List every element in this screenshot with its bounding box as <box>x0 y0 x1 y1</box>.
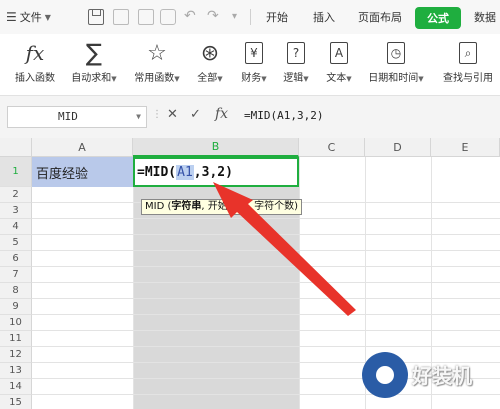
all-functions-button[interactable]: ⊛ 全部▼ <box>192 39 228 93</box>
confirm-icon[interactable]: ✓ <box>190 107 201 122</box>
file-menu-label: 文件 <box>19 11 42 24</box>
print-icon[interactable] <box>138 9 154 25</box>
more-chevron-icon[interactable]: ▾ <box>232 11 237 22</box>
ribbon: fx 插入函数 ∑ 自动求和▼ ☆ 常用函数▼ ⊛ 全部▼ ¥ 财务▼ ? 逻辑… <box>0 34 500 96</box>
logical-label: 逻辑 <box>283 73 304 84</box>
spreadsheet-grid: A B C D E 1 2 3 4 5 6 7 8 9 10 11 12 13 … <box>0 138 500 409</box>
formula-input[interactable]: =MID(A1,3,2) <box>244 106 500 128</box>
name-box-value: MID <box>58 110 78 123</box>
divider <box>250 9 251 25</box>
autosum-button[interactable]: ∑ 自动求和▼ <box>64 39 124 93</box>
formula-bar: MID ▼ ⋮ ✕ ✓ fx =MID(A1,3,2) <box>0 96 500 138</box>
insert-function-label: 插入函数 <box>15 73 55 84</box>
chevron-down-icon: ▼ <box>418 75 424 83</box>
menu-bar: ☰ 文件 ▼ ↶ ↷ ▾ 开始 插入 页面布局 公式 数据 <box>0 0 500 34</box>
yen-icon: ¥ <box>245 42 263 64</box>
chevron-down-icon: ▼ <box>44 12 51 22</box>
date-time-button[interactable]: ◷ 日期和时间▼ <box>362 39 430 93</box>
tab-home[interactable]: 开始 <box>266 0 288 34</box>
tab-data[interactable]: 数据 <box>474 0 496 34</box>
watermark-text: 好装机 <box>412 364 472 388</box>
lookup-reference-button[interactable]: ⌕ 查找与引用 <box>438 39 498 93</box>
lookup-reference-label: 查找与引用 <box>443 73 493 84</box>
text-a-icon: A <box>330 42 348 64</box>
insert-function-button[interactable]: fx 插入函数 <box>8 39 62 93</box>
name-box[interactable]: MID ▼ <box>7 106 147 128</box>
tab-insert[interactable]: 插入 <box>313 0 335 34</box>
cancel-icon[interactable]: ✕ <box>167 107 178 122</box>
watermark-logo-icon <box>362 352 408 398</box>
autosum-label: 自动求和 <box>71 73 112 84</box>
star-icon: ☆ <box>147 40 167 66</box>
text-button[interactable]: A 文本▼ <box>321 39 357 93</box>
financial-label: 财务 <box>241 73 262 84</box>
chevron-down-icon: ▼ <box>261 75 267 83</box>
common-functions-button[interactable]: ☆ 常用函数▼ <box>128 39 186 93</box>
chevron-down-icon[interactable]: ▼ <box>136 107 141 127</box>
tab-page-layout[interactable]: 页面布局 <box>358 0 402 34</box>
all-functions-icon: ⊛ <box>200 40 220 66</box>
save-icon[interactable] <box>88 9 104 25</box>
chevron-down-icon: ▼ <box>174 75 180 83</box>
file-menu[interactable]: ☰ 文件 ▼ <box>6 0 51 34</box>
sum-icon: ∑ <box>85 39 103 67</box>
date-time-label: 日期和时间 <box>368 73 419 84</box>
logical-button[interactable]: ? 逻辑▼ <box>278 39 314 93</box>
preview-icon[interactable] <box>160 9 176 25</box>
drag-handle-icon[interactable]: ⋮ <box>152 109 162 120</box>
chevron-down-icon: ▼ <box>217 75 223 83</box>
financial-button[interactable]: ¥ 财务▼ <box>236 39 272 93</box>
hamburger-icon: ☰ <box>6 10 17 24</box>
question-icon: ? <box>287 42 305 64</box>
chevron-down-icon: ▼ <box>111 75 117 83</box>
redo-icon[interactable]: ↷ <box>207 8 219 24</box>
common-functions-label: 常用函数 <box>134 73 175 84</box>
tab-formulas[interactable]: 公式 <box>415 7 461 29</box>
all-functions-label: 全部 <box>197 73 218 84</box>
chevron-down-icon: ▼ <box>346 75 352 83</box>
lookup-icon: ⌕ <box>459 42 477 64</box>
fx-icon[interactable]: fx <box>215 106 228 122</box>
text-label: 文本 <box>326 73 347 84</box>
fx-icon: fx <box>25 41 45 65</box>
clock-icon: ◷ <box>387 42 405 64</box>
undo-icon[interactable]: ↶ <box>184 8 196 24</box>
chevron-down-icon: ▼ <box>303 75 309 83</box>
export-icon[interactable] <box>113 9 129 25</box>
watermark: 好装机 <box>360 350 495 402</box>
